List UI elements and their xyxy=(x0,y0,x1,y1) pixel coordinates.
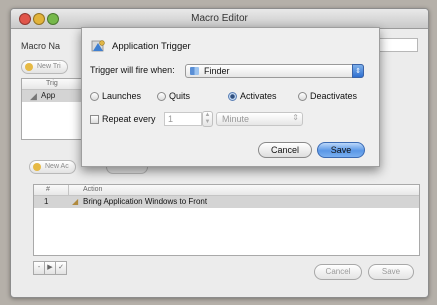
action-row-label: Bring Application Windows to Front xyxy=(83,197,208,206)
sheet-save-button[interactable]: Save xyxy=(317,142,365,158)
triggers-table-header: Trig xyxy=(22,79,82,90)
new-action-label: New Ac xyxy=(45,163,69,170)
repeat-checkbox[interactable] xyxy=(90,115,99,124)
deactivates-label: Deactivates xyxy=(310,91,358,101)
action-row[interactable]: 1 ◢ Bring Application Windows to Front xyxy=(34,196,419,208)
repeat-unit-popup[interactable]: Minute ⇕ xyxy=(216,112,303,126)
column-divider xyxy=(68,185,69,195)
application-popup-value: Finder xyxy=(204,66,230,76)
add-icon xyxy=(25,63,33,71)
popup-arrows-icon: ⇕ xyxy=(292,113,299,122)
repeat-label: Repeat every xyxy=(102,114,156,124)
triggers-table[interactable]: Trig ◢ App xyxy=(21,78,83,140)
quits-label: Quits xyxy=(169,91,191,101)
repeat-interval-value: 1 xyxy=(168,114,174,124)
application-trigger-icon xyxy=(91,39,105,53)
quits-radio[interactable] xyxy=(157,92,166,101)
activates-label: Activates xyxy=(240,91,277,101)
add-icon xyxy=(33,163,41,171)
fire-when-label: Trigger will fire when: xyxy=(90,65,175,75)
action-row-number: 1 xyxy=(44,197,49,206)
repeat-unit-value: Minute xyxy=(222,114,250,124)
sheet-title: Application Trigger xyxy=(112,41,191,52)
repeat-interval-field[interactable]: 1 xyxy=(164,112,202,126)
popup-arrows-icon: ⇕ xyxy=(352,64,364,78)
app-trigger-icon: ◢ xyxy=(30,91,37,101)
application-trigger-sheet: Application Trigger Trigger will fire wh… xyxy=(81,27,380,167)
new-action-button[interactable]: New Ac xyxy=(29,160,76,174)
deactivates-radio[interactable] xyxy=(298,92,307,101)
new-trigger-label: New Tri xyxy=(37,63,61,70)
launches-label: Launches xyxy=(102,91,142,101)
triggers-column-header: Trig xyxy=(46,80,58,87)
trigger-row[interactable]: ◢ App xyxy=(22,90,82,102)
sheet-cancel-button[interactable]: Cancel xyxy=(258,142,312,158)
window-title: Macro Editor xyxy=(191,13,248,24)
cancel-button[interactable]: Cancel xyxy=(314,264,362,280)
title-bar[interactable]: Macro Editor xyxy=(11,9,428,29)
action-column-header: Action xyxy=(83,186,103,193)
application-action-icon: ◢ xyxy=(72,197,79,206)
finder-icon xyxy=(190,67,199,75)
interval-stepper[interactable]: ▲ ▼ xyxy=(202,111,213,127)
check-button[interactable]: ✓ xyxy=(55,261,67,275)
actions-table[interactable]: # Action 1 ◢ Bring Application Windows t… xyxy=(33,184,420,256)
macro-name-label: Macro Na xyxy=(21,41,61,51)
application-popup[interactable]: Finder ⇕ xyxy=(185,64,364,78)
actions-table-header: # Action xyxy=(34,185,419,196)
number-column-header: # xyxy=(46,186,50,193)
launches-radio[interactable] xyxy=(90,92,99,101)
new-trigger-button[interactable]: New Tri xyxy=(21,60,68,74)
trigger-row-label: App xyxy=(41,91,56,100)
activates-radio[interactable] xyxy=(228,92,237,101)
save-button[interactable]: Save xyxy=(368,264,414,280)
